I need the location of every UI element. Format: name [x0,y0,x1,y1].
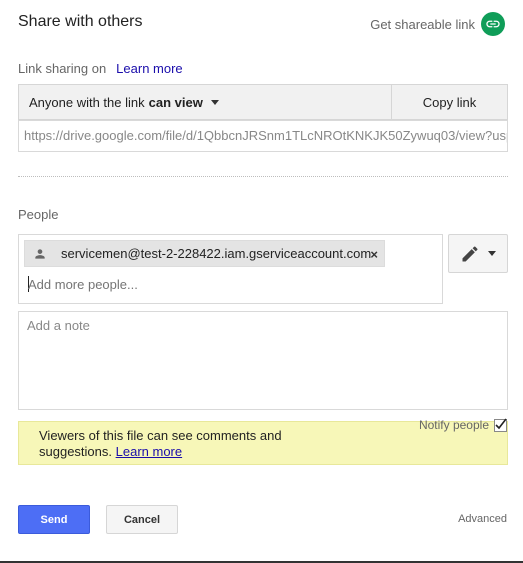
link-access-level: can view [148,94,203,110]
share-dialog: Share with others Get shareable link Lin… [0,0,523,563]
get-shareable-link-button[interactable]: Get shareable link [370,12,505,36]
share-url-field[interactable]: https://drive.google.com/file/d/1QbbcnJR… [18,120,508,152]
link-sharing-label: Link sharing on [18,61,107,76]
checkbox-checked-icon[interactable] [494,418,507,432]
note-textarea[interactable]: Add a note [18,311,508,410]
link-access-dropdown[interactable]: Anyone with the link can view [19,85,392,119]
recipient-chip: servicemen@test-2-228422.iam.gserviceacc… [24,240,385,267]
caret-down-icon [488,251,496,256]
link-sharing-status: Link sharing on Learn more [18,61,183,76]
people-input-box[interactable]: servicemen@test-2-228422.iam.gserviceacc… [18,234,443,304]
link-sharing-learn-more[interactable]: Learn more [116,61,182,76]
people-label: People [18,207,59,222]
link-icon[interactable] [481,12,505,36]
link-access-bar: Anyone with the link can view Copy link [18,84,508,120]
dialog-title: Share with others [18,13,143,30]
advanced-link[interactable]: Advanced [458,513,507,525]
permission-dropdown-button[interactable] [448,234,508,273]
notice-learn-more[interactable]: Learn more [116,444,182,459]
get-shareable-link-label: Get shareable link [370,16,475,32]
copy-link-button[interactable]: Copy link [392,85,507,119]
caret-down-icon [210,99,219,105]
pencil-icon [462,245,478,261]
cancel-button[interactable]: Cancel [106,505,178,534]
send-button[interactable]: Send [18,505,90,534]
notify-people-label: Notify people [418,418,489,432]
recipient-email: servicemen@test-2-228422.iam.gserviceacc… [61,246,372,261]
close-icon[interactable]: × [370,247,378,262]
add-people-input[interactable] [28,277,328,292]
link-access-prefix: Anyone with the link [29,94,145,110]
person-icon [35,248,45,259]
notify-people-option[interactable]: Notify people [419,418,507,432]
section-divider [18,176,508,177]
